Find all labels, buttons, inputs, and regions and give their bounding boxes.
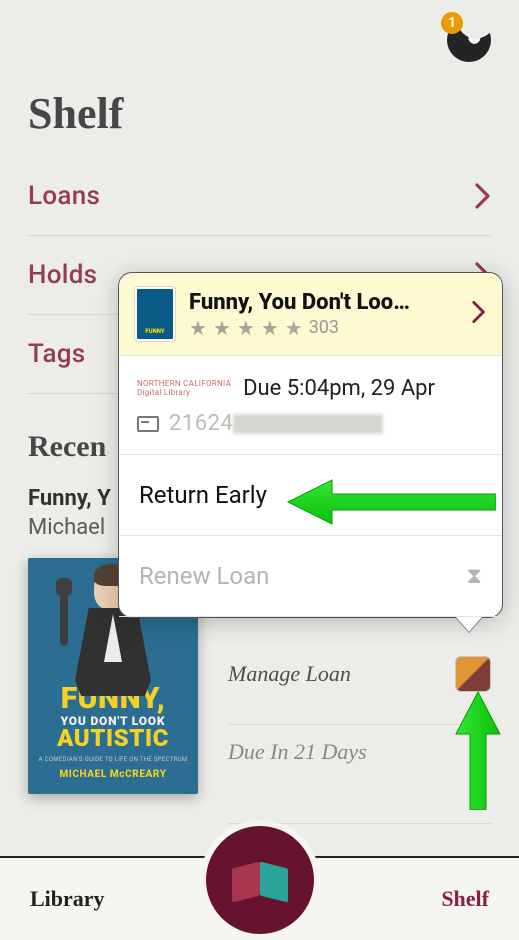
nav-shelf[interactable]: Shelf xyxy=(441,886,489,912)
popup-cover-thumb xyxy=(135,287,175,341)
star-icon: ★ xyxy=(213,318,231,338)
manage-loan-label[interactable]: Manage Loan xyxy=(228,661,351,687)
renew-loan-button[interactable]: Renew Loan ⧗ xyxy=(119,536,502,617)
bottom-nav: Library Shelf xyxy=(0,856,519,940)
star-icon: ★ xyxy=(189,318,207,338)
library-logo: NORTHERN CALIFORNIADigital Library xyxy=(137,380,231,397)
nav-loans[interactable]: Loans xyxy=(28,157,491,236)
annotation-arrow xyxy=(454,690,502,814)
due-label: Due In 21 Days xyxy=(228,724,491,765)
rating-stars: ★ ★ ★ ★ ★ 303 xyxy=(189,317,419,338)
hourglass-icon: ⧗ xyxy=(467,564,482,589)
star-icon: ★ xyxy=(261,318,279,338)
popup-due-section: NORTHERN CALIFORNIADigital Library Due 5… xyxy=(119,356,502,455)
library-card-icon xyxy=(137,416,159,432)
notification-badge[interactable]: 1 xyxy=(441,12,463,34)
chevron-right-icon[interactable] xyxy=(472,300,486,328)
cover-subtitle: A COMEDIAN'S GUIDE TO LIFE ON THE SPECTR… xyxy=(39,756,188,763)
popup-header[interactable]: Funny, You Don't Look… ★ ★ ★ ★ ★ 303 xyxy=(119,273,502,356)
manage-loan-flag-button[interactable] xyxy=(455,656,491,692)
profile-avatar[interactable]: 1 xyxy=(447,18,491,62)
rating-count: 303 xyxy=(309,317,339,338)
renew-loan-label: Renew Loan xyxy=(139,562,269,590)
loan-popup: Funny, You Don't Look… ★ ★ ★ ★ ★ 303 NOR… xyxy=(118,272,503,618)
annotation-arrow xyxy=(286,478,496,530)
nav-tags-label: Tags xyxy=(28,339,86,369)
nav-holds-label: Holds xyxy=(28,260,97,290)
nav-library[interactable]: Library xyxy=(30,886,105,912)
star-icon: ★ xyxy=(237,318,255,338)
due-text: Due 5:04pm, 29 Apr xyxy=(243,376,435,401)
cover-line3: AUTISTIC xyxy=(57,727,169,750)
redacted xyxy=(233,414,383,434)
star-icon: ★ xyxy=(285,318,303,338)
popup-title: Funny, You Don't Look… xyxy=(189,290,419,315)
nav-center-button[interactable] xyxy=(200,820,320,940)
nav-loans-label: Loans xyxy=(28,181,100,211)
chevron-right-icon xyxy=(475,183,491,209)
open-book-icon xyxy=(232,865,288,895)
return-early-label: Return Early xyxy=(139,481,267,509)
page-title: Shelf xyxy=(0,62,519,157)
card-number: 21624 xyxy=(169,411,383,436)
cover-author: MICHAEL McCREARY xyxy=(59,769,166,780)
